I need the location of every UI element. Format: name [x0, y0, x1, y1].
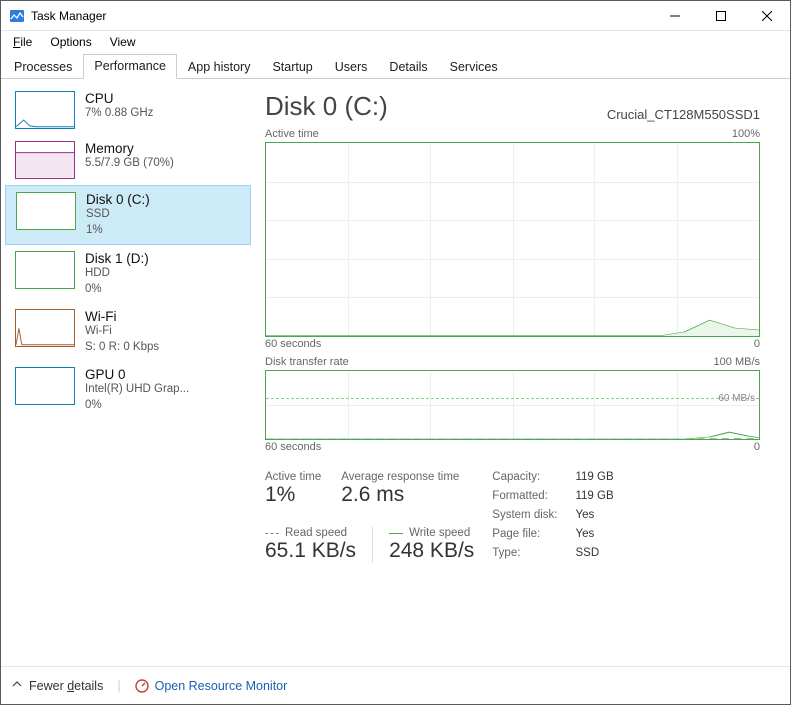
- tab-processes[interactable]: Processes: [3, 55, 83, 79]
- footer-divider: |: [117, 679, 120, 693]
- sidebar-item-label: Memory: [85, 141, 174, 156]
- type-value: SSD: [575, 547, 613, 563]
- gpu-thumb: [15, 367, 75, 405]
- tab-services[interactable]: Services: [439, 55, 509, 79]
- read-speed-label: Read speed: [285, 527, 347, 539]
- chart1-max: 100%: [732, 128, 760, 140]
- close-button[interactable]: [744, 1, 790, 31]
- footer: Fewer details | Open Resource Monitor: [1, 666, 790, 704]
- sidebar-item-label: Wi-Fi: [85, 309, 159, 324]
- content: CPU 7% 0.88 GHz Memory 5.5/7.9 GB (70%) …: [1, 79, 790, 666]
- detail-header: Disk 0 (C:) Crucial_CT128M550SSD1: [265, 91, 760, 122]
- pagefile-value: Yes: [575, 528, 613, 544]
- menu-options[interactable]: Options: [42, 33, 99, 51]
- tabbar: Processes Performance App history Startu…: [1, 53, 790, 79]
- sidebar-item-sub: Intel(R) UHD Grap...: [85, 382, 189, 398]
- resource-monitor-icon: [135, 679, 149, 693]
- sidebar-item-label: Disk 0 (C:): [86, 192, 150, 207]
- detail-pane: Disk 0 (C:) Crucial_CT128M550SSD1 Active…: [251, 79, 790, 666]
- write-speed-label: Write speed: [409, 527, 470, 539]
- chart1-label: Active time: [265, 128, 319, 140]
- chart2-max: 100 MB/s: [714, 356, 760, 368]
- sidebar-item-sub: 7% 0.88 GHz: [85, 106, 153, 122]
- capacity-value: 119 GB: [575, 471, 613, 487]
- window-controls: [652, 1, 790, 31]
- pagefile-label: Page file:: [492, 528, 557, 544]
- titlebar: Task Manager: [1, 1, 790, 31]
- tab-startup[interactable]: Startup: [261, 55, 323, 79]
- sidebar-item-sub2: S: 0 R: 0 Kbps: [85, 340, 159, 356]
- sysdisk-value: Yes: [575, 509, 613, 525]
- sidebar-item-gpu0[interactable]: GPU 0 Intel(R) UHD Grap... 0%: [5, 361, 251, 419]
- write-speed-value: 248 KB/s: [389, 539, 474, 563]
- minimize-button[interactable]: [652, 1, 698, 31]
- memory-thumb: [15, 141, 75, 179]
- sidebar-item-memory[interactable]: Memory 5.5/7.9 GB (70%): [5, 135, 251, 185]
- read-speed-value: 65.1 KB/s: [265, 539, 356, 563]
- sidebar: CPU 7% 0.88 GHz Memory 5.5/7.9 GB (70%) …: [1, 79, 251, 666]
- sidebar-item-disk0[interactable]: Disk 0 (C:) SSD 1%: [5, 185, 251, 245]
- active-time-label: Active time: [265, 471, 321, 483]
- open-resource-monitor-link[interactable]: Open Resource Monitor: [135, 679, 288, 693]
- transfer-rate-chart-block: Disk transfer rate 100 MB/s 60 MB/s 60 s…: [265, 356, 760, 453]
- formatted-label: Formatted:: [492, 490, 557, 506]
- tab-users[interactable]: Users: [324, 55, 379, 79]
- chart2-x-right: 0: [754, 441, 760, 453]
- disk0-thumb: [16, 192, 76, 230]
- sidebar-item-sub2: 0%: [85, 398, 189, 414]
- disk-properties: Capacity: 119 GB Formatted: 119 GB System …: [492, 471, 613, 563]
- fewer-details-button[interactable]: Fewer details: [11, 678, 103, 693]
- sidebar-item-sub: 5.5/7.9 GB (70%): [85, 156, 174, 172]
- sidebar-item-label: CPU: [85, 91, 153, 106]
- active-time-value: 1%: [265, 483, 321, 507]
- app-icon: [9, 8, 25, 24]
- sidebar-item-sub2: 0%: [85, 282, 149, 298]
- detail-title: Disk 0 (C:): [265, 91, 388, 122]
- capacity-label: Capacity:: [492, 471, 557, 487]
- formatted-value: 119 GB: [575, 490, 613, 506]
- maximize-button[interactable]: [698, 1, 744, 31]
- sidebar-item-label: Disk 1 (D:): [85, 251, 149, 266]
- sidebar-item-cpu[interactable]: CPU 7% 0.88 GHz: [5, 85, 251, 135]
- avg-response-label: Average response time: [341, 471, 459, 483]
- chart2-x-left: 60 seconds: [265, 441, 321, 453]
- window-title: Task Manager: [31, 9, 652, 23]
- cpu-thumb: [15, 91, 75, 129]
- sidebar-item-sub: SSD: [86, 207, 150, 223]
- sidebar-item-wifi[interactable]: Wi-Fi Wi-Fi S: 0 R: 0 Kbps: [5, 303, 251, 361]
- sidebar-item-sub: HDD: [85, 266, 149, 282]
- menu-view[interactable]: View: [102, 33, 144, 51]
- menubar: File Options View: [1, 31, 790, 53]
- sidebar-item-sub: Wi-Fi: [85, 324, 159, 340]
- sidebar-item-label: GPU 0: [85, 367, 189, 382]
- task-manager-window: Task Manager File Options View Processes…: [0, 0, 791, 705]
- chart2-label: Disk transfer rate: [265, 356, 349, 368]
- tab-performance[interactable]: Performance: [83, 54, 177, 79]
- stats-row: Active time 1% Average response time 2.6…: [265, 471, 760, 563]
- type-label: Type:: [492, 547, 557, 563]
- disk-model: Crucial_CT128M550SSD1: [607, 107, 760, 122]
- tab-details[interactable]: Details: [378, 55, 438, 79]
- sidebar-item-disk1[interactable]: Disk 1 (D:) HDD 0%: [5, 245, 251, 303]
- tab-app-history[interactable]: App history: [177, 55, 262, 79]
- orm-label: Open Resource Monitor: [155, 679, 288, 693]
- chart1-x-right: 0: [754, 338, 760, 350]
- disk1-thumb: [15, 251, 75, 289]
- menu-file[interactable]: File: [5, 33, 40, 51]
- transfer-rate-chart[interactable]: 60 MB/s: [265, 370, 760, 440]
- wifi-thumb: [15, 309, 75, 347]
- active-time-chart[interactable]: [265, 142, 760, 337]
- sysdisk-label: System disk:: [492, 509, 557, 525]
- active-time-chart-block: Active time 100% 60 seconds 0: [265, 128, 760, 350]
- chart1-x-left: 60 seconds: [265, 338, 321, 350]
- avg-response-value: 2.6 ms: [341, 483, 459, 507]
- chevron-up-icon: [11, 678, 23, 693]
- sidebar-item-sub2: 1%: [86, 223, 150, 239]
